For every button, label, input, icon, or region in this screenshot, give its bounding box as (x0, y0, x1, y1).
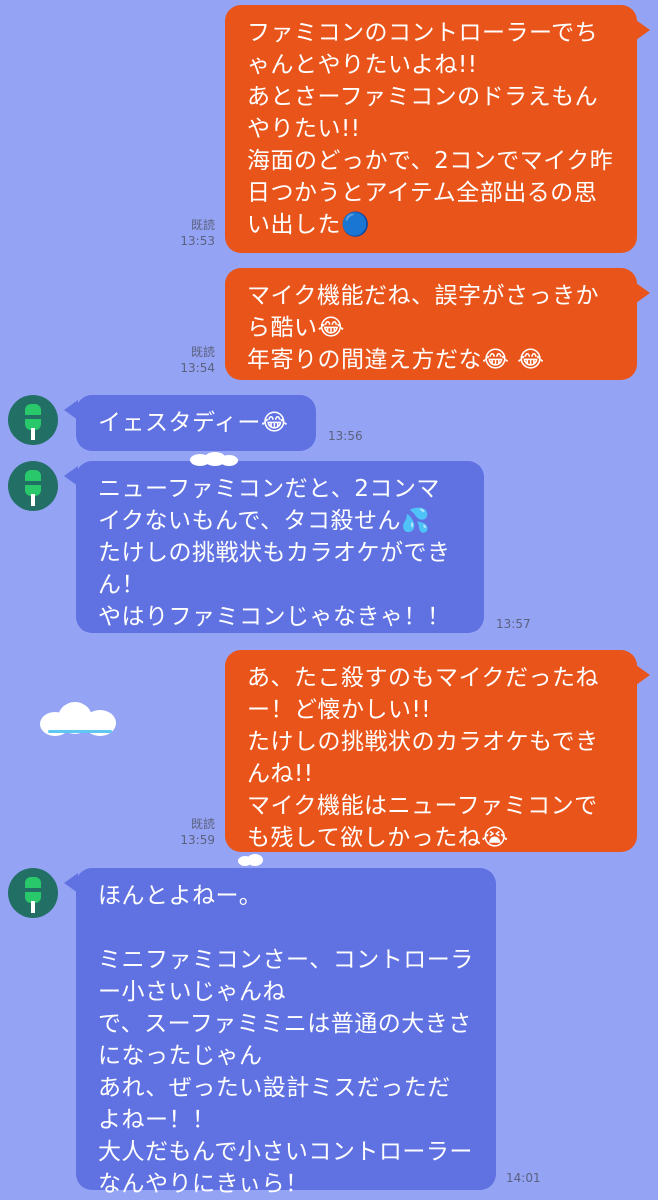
message-bubble-incoming[interactable]: ほんとよねー。 ミニファミコンさー、コントローラー小さいじゃんね で、スーファミ… (76, 868, 496, 1197)
read-receipt: 既読 (190, 218, 215, 232)
avatar-icon[interactable] (8, 868, 58, 918)
cloud-icon (238, 854, 268, 866)
bubble-tail (636, 283, 650, 303)
timestamp: 13:59 (180, 833, 215, 847)
avatar-icon[interactable] (8, 461, 58, 511)
avatar-icon[interactable] (8, 395, 58, 445)
bubble-tail (636, 20, 650, 40)
message-bubble-outgoing[interactable]: あ、たこ殺すのもマイクだったねー！ど懐かしい!! たけしの挑戦状のカラオケもでき… (225, 650, 637, 852)
message-bubble-outgoing[interactable]: ファミコンのコントローラーでちゃんとやりたいよね!! あとさーファミコンのドラえ… (225, 5, 637, 253)
message-bubble-incoming[interactable]: イェスタディー😂 (76, 395, 316, 451)
cloud-icon (190, 452, 240, 466)
timestamp: 13:54 (180, 361, 215, 375)
message-bubble-incoming[interactable]: ニューファミコンだと、2コンマイクないもんで、タコ殺せん💦 たけしの挑戦状もカラ… (76, 461, 484, 633)
read-receipt: 既読 (190, 817, 215, 831)
timestamp: 14:01 (506, 1171, 541, 1185)
timestamp: 13:57 (496, 617, 531, 631)
message-bubble-outgoing[interactable]: マイク機能だね、誤字がさっきから酷い😂 年寄りの間違え方だな😂 😂 (225, 268, 637, 380)
bubble-tail (636, 665, 650, 685)
cloud-icon (40, 700, 120, 740)
read-receipt: 既読 (190, 345, 215, 359)
timestamp: 13:56 (328, 429, 363, 443)
timestamp: 13:53 (180, 234, 215, 248)
